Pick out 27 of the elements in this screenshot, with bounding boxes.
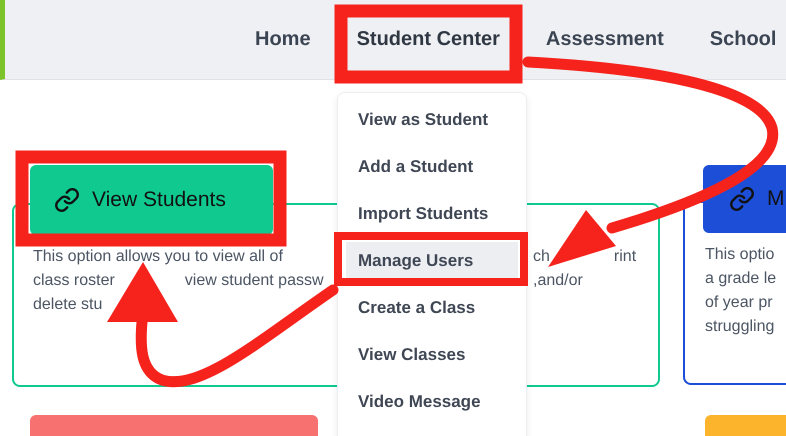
card-text: of year pr — [705, 294, 773, 312]
menu-item[interactable]: View as Student — [346, 101, 518, 138]
card-text: rint — [614, 248, 636, 266]
link-icon — [729, 186, 755, 212]
card-text: ch — [533, 248, 550, 266]
menu-item[interactable]: Add a Student — [346, 148, 518, 185]
card-text: ,and/or — [533, 272, 583, 290]
card-text: struggling — [705, 318, 774, 336]
menu-item[interactable]: Import Students — [346, 195, 518, 232]
card-button[interactable]: View Students — [30, 165, 273, 235]
card-text: This optio — [705, 246, 774, 264]
card-text: This option allows you to view all of — [33, 248, 283, 266]
card-text: delete stu — [33, 296, 102, 314]
card-text: a grade le — [705, 270, 776, 288]
nav-link[interactable]: School — [710, 28, 776, 51]
nav-link[interactable]: Assessment — [546, 28, 664, 51]
card-text: class roster — [33, 272, 115, 290]
card-button[interactable] — [30, 415, 318, 436]
card-button[interactable] — [705, 415, 786, 436]
menu-item[interactable]: Video Message — [346, 383, 518, 420]
nav-link[interactable]: Home — [255, 28, 311, 51]
menu-item[interactable]: Create a Class — [346, 289, 518, 326]
nav-link[interactable]: Student Center — [356, 28, 500, 51]
menu-item[interactable]: Manage Users — [346, 242, 518, 279]
link-icon — [54, 187, 80, 213]
menu-item[interactable]: View Classes — [346, 336, 518, 373]
card-text: view student passw — [184, 272, 324, 290]
